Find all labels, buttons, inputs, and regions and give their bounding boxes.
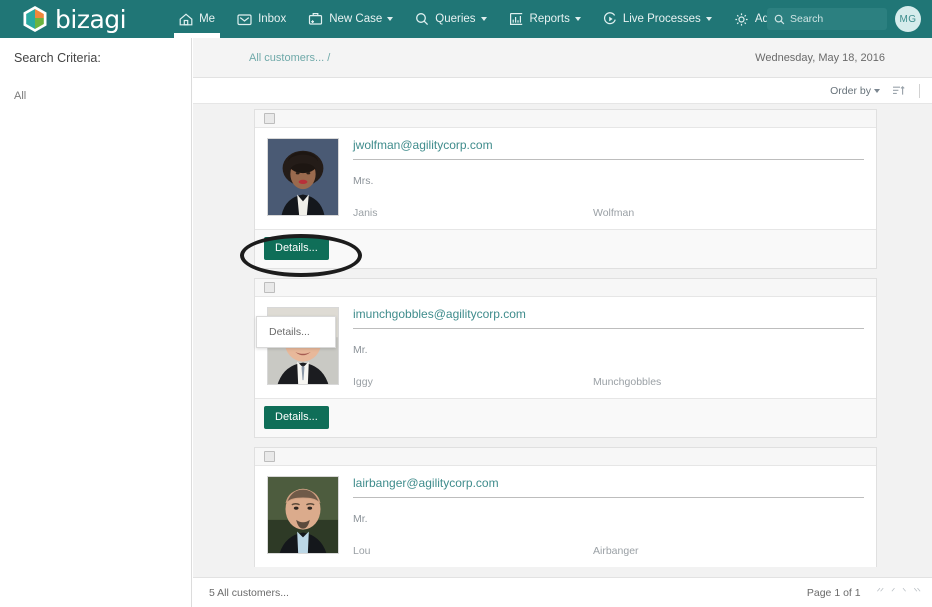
- bizagi-hexagon-logo-icon: [22, 5, 48, 33]
- card-fields: jwolfman@agilitycorp.com Mrs. Janis Wolf…: [339, 138, 876, 219]
- nav-item-new-case-label: New Case: [329, 13, 383, 25]
- card-fields: lairbanger@agilitycorp.com Mr. Lou Airba…: [339, 476, 876, 557]
- nav-item-inbox[interactable]: Inbox: [226, 0, 297, 38]
- row-checkbox[interactable]: [264, 113, 275, 124]
- customer-salutation: Mr.: [353, 344, 368, 356]
- bar-chart-icon: [509, 12, 524, 26]
- brand-logo[interactable]: bizagi: [22, 4, 127, 34]
- customer-card[interactable]: imunchgobbles@agilitycorp.com Mr. Iggy M…: [254, 278, 877, 438]
- first-page-icon[interactable]: ᐟᐟ: [877, 587, 885, 598]
- left-sidebar: Search Criteria: All: [0, 38, 192, 607]
- page-indicator: Page 1 of 1: [806, 586, 861, 599]
- sort-ascending-icon[interactable]: [892, 85, 905, 97]
- nav-item-queries[interactable]: Queries: [404, 0, 497, 38]
- inbox-icon: [237, 13, 252, 26]
- list-footer: 5 All customers... Page 1 of 1 ᐟᐟ ᐟ ᐠ ᐠᐠ: [193, 577, 932, 607]
- card-footer: Details...: [255, 229, 876, 268]
- chevron-down-icon: [874, 88, 880, 93]
- card-body: imunchgobbles@agilitycorp.com Mr. Iggy M…: [255, 297, 876, 398]
- card-fields: imunchgobbles@agilitycorp.com Mr. Iggy M…: [339, 307, 876, 388]
- last-page-icon[interactable]: ᐠᐠ: [914, 587, 922, 598]
- customer-name-row: Iggy Munchgobbles: [353, 376, 864, 388]
- card-header: [255, 279, 876, 297]
- nav-item-me-label: Me: [199, 13, 216, 25]
- card-footer: Details...: [255, 398, 876, 437]
- customer-email[interactable]: jwolfman@agilitycorp.com: [353, 138, 864, 160]
- customer-first-name: Lou: [353, 545, 371, 557]
- prev-page-icon[interactable]: ᐟ: [891, 587, 895, 598]
- brand-name: bizagi: [55, 4, 127, 34]
- order-by-dropdown[interactable]: Order by: [830, 85, 880, 97]
- customer-card[interactable]: jwolfman@agilitycorp.com Mrs. Janis Wolf…: [254, 109, 877, 269]
- customer-last-name: Wolfman: [593, 207, 635, 219]
- customer-salutation: Mr.: [353, 513, 368, 525]
- row-checkbox[interactable]: [264, 451, 275, 462]
- sidebar-item-all[interactable]: All: [14, 90, 191, 102]
- customer-first-name: Iggy: [353, 376, 373, 388]
- details-tooltip-text: Details...: [269, 326, 310, 338]
- app-root: bizagi Me Inbox New Case Queries Reports…: [0, 0, 932, 607]
- chevron-down-icon: [480, 17, 487, 21]
- card-header: [255, 448, 876, 466]
- chevron-down-icon: [387, 17, 394, 21]
- customer-last-name: Munchgobbles: [593, 376, 662, 388]
- row-checkbox[interactable]: [264, 282, 275, 293]
- nav-item-live-processes-label: Live Processes: [622, 13, 701, 25]
- nav-item-inbox-label: Inbox: [258, 13, 287, 25]
- home-icon: [179, 13, 193, 26]
- search-criteria-title: Search Criteria:: [14, 51, 101, 65]
- customer-first-name: Janis: [353, 207, 378, 219]
- gear-icon: [734, 12, 749, 27]
- briefcase-plus-icon: [308, 12, 323, 26]
- breadcrumb-bar: All customers... / Wednesday, May 18, 20…: [193, 38, 932, 78]
- order-by-label: Order by: [830, 84, 871, 97]
- search-input[interactable]: Search: [767, 8, 887, 30]
- avatar-initials: MG: [899, 13, 917, 25]
- nav-item-reports[interactable]: Reports: [498, 0, 592, 38]
- chevron-down-icon: [574, 17, 581, 21]
- search-placeholder: Search: [790, 13, 824, 25]
- customer-name-row: Lou Airbanger: [353, 545, 864, 557]
- nav-item-reports-label: Reports: [529, 13, 570, 25]
- nav-item-queries-label: Queries: [435, 13, 476, 25]
- nav-item-me[interactable]: Me: [168, 0, 226, 38]
- pagination: Page 1 of 1 ᐟᐟ ᐟ ᐠ ᐠᐠ: [807, 587, 924, 599]
- card-body: jwolfman@agilitycorp.com Mrs. Janis Wolf…: [255, 128, 876, 229]
- search-icon: [774, 14, 785, 25]
- avatar-photo: [267, 476, 339, 554]
- play-circle-icon: [603, 12, 617, 26]
- details-button[interactable]: Details...: [264, 406, 329, 429]
- card-header: [255, 110, 876, 128]
- customer-salutation: Mrs.: [353, 175, 374, 187]
- customer-card[interactable]: lairbanger@agilitycorp.com Mr. Lou Airba…: [254, 447, 877, 567]
- top-navbar: bizagi Me Inbox New Case Queries Reports…: [0, 0, 932, 38]
- customer-email[interactable]: imunchgobbles@agilitycorp.com: [353, 307, 864, 329]
- customer-name-row: Janis Wolfman: [353, 207, 864, 219]
- customer-last-name: Airbanger: [593, 545, 639, 557]
- card-body: lairbanger@agilitycorp.com Mr. Lou Airba…: [255, 466, 876, 567]
- nav-items: Me Inbox New Case Queries Reports Live P…: [168, 0, 809, 38]
- details-button[interactable]: Details...: [264, 237, 329, 260]
- current-date: Wednesday, May 18, 2016: [755, 51, 885, 64]
- record-count: 5 All customers...: [209, 586, 289, 599]
- search-icon: [415, 12, 429, 26]
- order-bar: Order by: [193, 78, 932, 104]
- next-page-icon[interactable]: ᐠ: [902, 587, 906, 598]
- toolbar-divider: [919, 83, 920, 98]
- details-tooltip: Details...: [256, 316, 336, 348]
- customer-card-list: jwolfman@agilitycorp.com Mrs. Janis Wolf…: [193, 105, 932, 577]
- nav-item-new-case[interactable]: New Case: [297, 0, 404, 38]
- chevron-down-icon: [705, 17, 712, 21]
- avatar[interactable]: MG: [895, 6, 921, 32]
- breadcrumb[interactable]: All customers... /: [249, 52, 330, 64]
- avatar-photo: [267, 138, 339, 216]
- nav-item-live-processes[interactable]: Live Processes: [592, 0, 723, 38]
- main-content: All customers... / Wednesday, May 18, 20…: [193, 38, 932, 607]
- customer-email[interactable]: lairbanger@agilitycorp.com: [353, 476, 864, 498]
